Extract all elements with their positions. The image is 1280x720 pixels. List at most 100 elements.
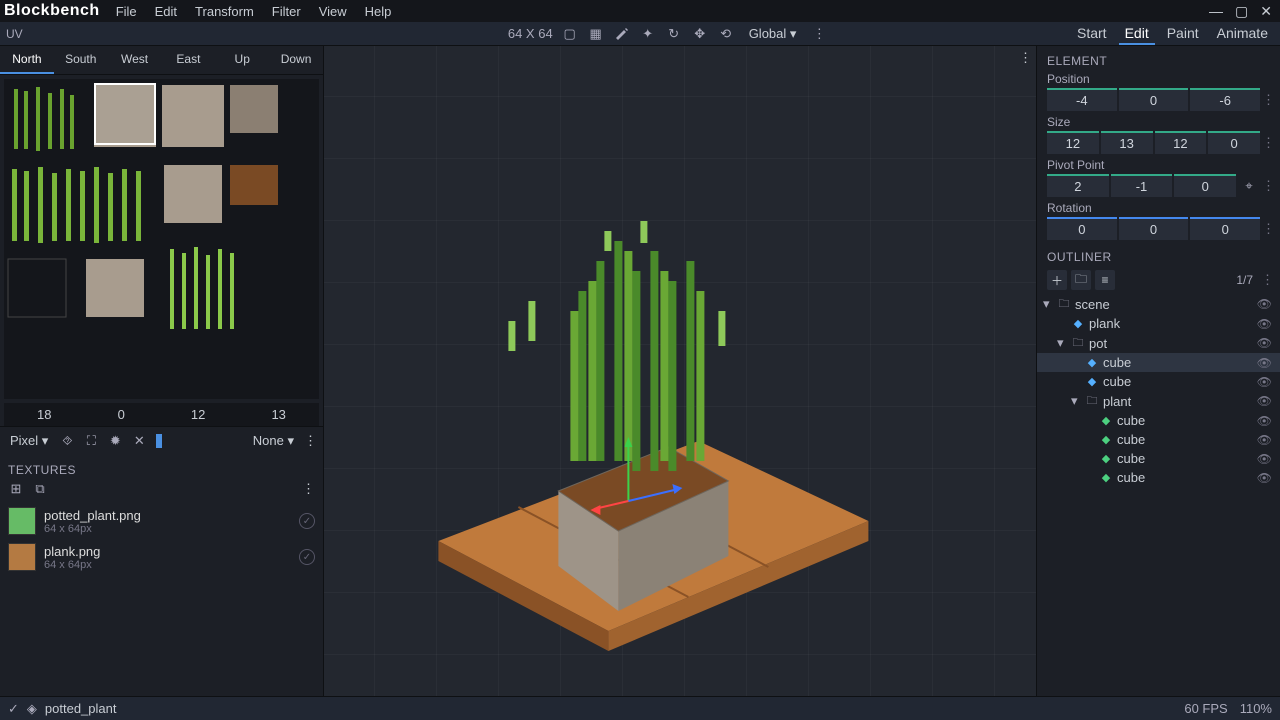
rotation-z-input[interactable]	[1190, 217, 1260, 240]
position-y-input[interactable]	[1119, 88, 1189, 111]
menu-view[interactable]: View	[311, 2, 355, 21]
chevron-icon[interactable]: ▾	[1043, 296, 1053, 312]
rotation-x-input[interactable]	[1047, 217, 1117, 240]
outliner-folder[interactable]: ▾🗀pot👁	[1037, 333, 1280, 353]
visibility-eye-icon[interactable]: 👁	[1257, 375, 1274, 389]
outliner-cube[interactable]: ◆cube👁	[1037, 449, 1280, 468]
menu-help[interactable]: Help	[357, 2, 400, 21]
position-x-input[interactable]	[1047, 88, 1117, 111]
texture-item[interactable]: potted_plant.png 64 x 64px ✓	[0, 503, 323, 539]
transform-rotate-icon[interactable]: ↻	[665, 25, 683, 43]
texture-add-icon[interactable]: ⊞	[8, 481, 24, 497]
texture-import-icon[interactable]: ⧉	[32, 481, 48, 497]
transform-move-icon[interactable]: ✦	[639, 25, 657, 43]
outliner-more-icon[interactable]: ⋮	[1257, 272, 1274, 288]
pivot-x-input[interactable]	[1047, 174, 1109, 197]
aspect-icon[interactable]: ▢	[561, 25, 579, 43]
uv-tab-north[interactable]: North	[0, 46, 54, 74]
outliner-cube[interactable]: ◆cube👁	[1037, 468, 1280, 487]
visibility-eye-icon[interactable]: 👁	[1257, 336, 1274, 350]
maximize-button[interactable]: ▢	[1235, 3, 1248, 20]
outliner-item-label: cube	[1117, 413, 1145, 428]
outliner-item-label: cube	[1117, 470, 1145, 485]
pivot-z-input[interactable]	[1174, 174, 1236, 197]
mode-animate[interactable]: Animate	[1211, 23, 1274, 45]
visibility-eye-icon[interactable]: 👁	[1257, 356, 1274, 370]
uv-more-icon[interactable]: ⋮	[304, 433, 317, 449]
texture-check-icon[interactable]: ✓	[299, 513, 315, 529]
uv-units-dropdown[interactable]: Pixel ▾	[6, 431, 52, 451]
viewport-more-icon[interactable]: ⋮	[1019, 50, 1032, 66]
size-z-input[interactable]	[1155, 131, 1207, 154]
menu-edit[interactable]: Edit	[147, 2, 185, 21]
size-more-icon[interactable]: ⋮	[1262, 135, 1274, 151]
texture-name: plank.png	[44, 544, 291, 559]
transform-space-dropdown[interactable]: Global ▾	[743, 24, 803, 44]
outliner-item-label: cube	[1103, 374, 1131, 389]
visibility-eye-icon[interactable]: 👁	[1257, 414, 1274, 428]
visibility-eye-icon[interactable]: 👁	[1257, 394, 1274, 408]
visibility-eye-icon[interactable]: 👁	[1257, 317, 1274, 331]
outliner-folder[interactable]: ▾🗀scene👁	[1037, 294, 1280, 314]
size-x-input[interactable]	[1047, 131, 1099, 154]
outliner-cube[interactable]: ◆cube👁	[1037, 411, 1280, 430]
uv-tab-south[interactable]: South	[54, 46, 108, 74]
transform-scale-icon[interactable]: ✥	[691, 25, 709, 43]
uv-fullscreen-icon[interactable]: ⛶	[82, 432, 100, 450]
uv-tab-east[interactable]: East	[161, 46, 215, 74]
textures-more-icon[interactable]: ⋮	[302, 481, 315, 497]
close-button[interactable]: ✕	[1260, 3, 1272, 20]
visibility-eye-icon[interactable]: 👁	[1257, 297, 1274, 311]
chevron-icon[interactable]: ▾	[1071, 393, 1081, 409]
outliner-add-folder-icon[interactable]: 🗀	[1071, 270, 1091, 290]
folder-icon: 🗀	[1071, 336, 1085, 350]
cube-icon: ◆	[1085, 375, 1099, 389]
outliner-cube[interactable]: ◆cube👁	[1037, 353, 1280, 372]
outliner-cube[interactable]: ◆ cube 👁	[1037, 372, 1280, 391]
uv-h: 13	[271, 407, 285, 422]
rotation-more-icon[interactable]: ⋮	[1262, 221, 1274, 237]
pivot-center-icon[interactable]: ⌖	[1238, 175, 1260, 197]
uv-tab-up[interactable]: Up	[215, 46, 269, 74]
outliner-list-icon[interactable]: ≡	[1095, 270, 1115, 290]
position-z-input[interactable]	[1190, 88, 1260, 111]
visibility-eye-icon[interactable]: 👁	[1257, 433, 1274, 447]
outliner-cube[interactable]: ◆plank👁	[1037, 314, 1280, 333]
rotation-y-input[interactable]	[1119, 217, 1189, 240]
uv-tab-down[interactable]: Down	[269, 46, 323, 74]
menu-filter[interactable]: Filter	[264, 2, 309, 21]
visibility-eye-icon[interactable]: 👁	[1257, 471, 1274, 485]
toolbar-more-icon[interactable]: ⋮	[810, 25, 828, 43]
uv-slider[interactable]	[156, 434, 162, 448]
uv-tab-west[interactable]: West	[108, 46, 162, 74]
minimize-button[interactable]: —	[1209, 3, 1223, 20]
3d-viewport[interactable]: ⋮	[324, 46, 1036, 696]
uv-bucket-icon[interactable]: ⯑	[58, 432, 76, 450]
texture-item[interactable]: plank.png 64 x 64px ✓	[0, 539, 323, 575]
size-label: Size	[1037, 113, 1280, 131]
outliner-cube[interactable]: ◆cube👁	[1037, 430, 1280, 449]
size-w-input[interactable]	[1208, 131, 1260, 154]
paint-icon[interactable]	[613, 25, 631, 43]
mode-start[interactable]: Start	[1071, 23, 1113, 45]
mode-paint[interactable]: Paint	[1161, 23, 1205, 45]
uv-canvas[interactable]	[4, 79, 319, 399]
pivot-more-icon[interactable]: ⋮	[1262, 178, 1274, 194]
size-y-input[interactable]	[1101, 131, 1153, 154]
menu-transform[interactable]: Transform	[187, 2, 262, 21]
uv-settings-icon[interactable]: ✹	[106, 432, 124, 450]
texture-check-icon[interactable]: ✓	[299, 549, 315, 565]
position-more-icon[interactable]: ⋮	[1262, 92, 1274, 108]
menu-file[interactable]: File	[108, 2, 145, 21]
visibility-eye-icon[interactable]: 👁	[1257, 452, 1274, 466]
chevron-icon[interactable]: ▾	[1057, 335, 1067, 351]
outliner-add-cube-icon[interactable]: ＋	[1047, 270, 1067, 290]
uv-snap-dropdown[interactable]: None ▾	[249, 431, 298, 451]
transform-pivot-icon[interactable]: ⟲	[717, 25, 735, 43]
uv-clear-icon[interactable]: ✕	[130, 432, 148, 450]
pivot-y-input[interactable]	[1111, 174, 1173, 197]
outliner-folder[interactable]: ▾🗀plant👁	[1037, 391, 1280, 411]
mode-edit[interactable]: Edit	[1119, 23, 1155, 45]
grid-icon[interactable]: ▦	[587, 25, 605, 43]
uv-selection[interactable]	[94, 83, 156, 145]
